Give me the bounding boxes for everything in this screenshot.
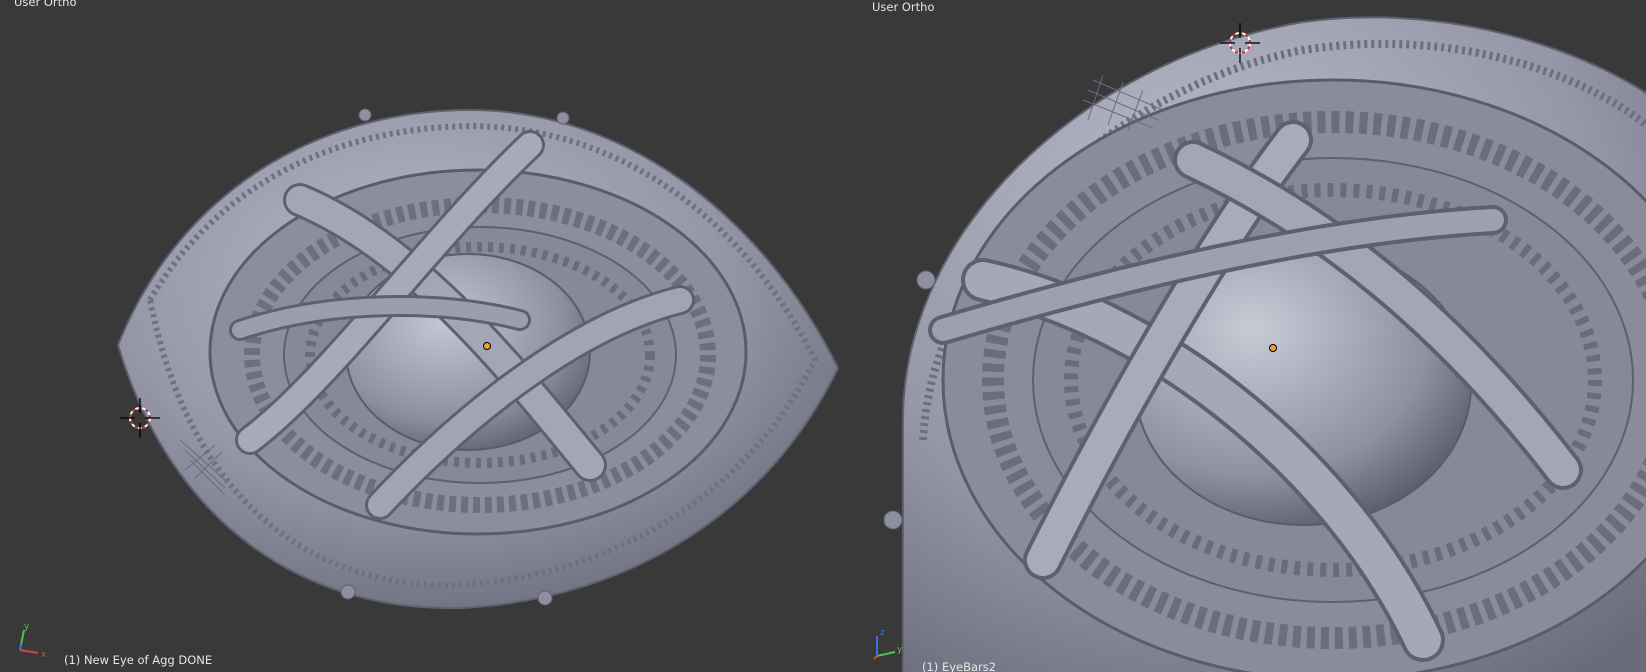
- rim-nub: [537, 590, 553, 606]
- rim-nub: [340, 584, 356, 600]
- object-label: (1) EyeBars2: [922, 660, 997, 672]
- rim-nub: [358, 108, 372, 122]
- viewport-right[interactable]: User Ortho y z (1) EyeBars2: [863, 0, 1646, 672]
- object-origin-icon[interactable]: [483, 342, 491, 350]
- object-origin-icon[interactable]: [1269, 344, 1277, 352]
- axis-y-label: y: [897, 645, 903, 655]
- axis-gizmo-icon: y z: [873, 628, 903, 660]
- rim-nub: [916, 270, 936, 290]
- viewport-left[interactable]: User Ortho x y (1) New Eye of Agg DONE: [0, 0, 863, 672]
- axis-z-label: z: [880, 628, 885, 638]
- eye-of-agamotto-mesh[interactable]: x y: [0, 0, 863, 672]
- axis-gizmo-icon: x y: [19, 622, 47, 660]
- axis-x-label: x: [41, 650, 47, 660]
- rim-nub: [883, 510, 903, 530]
- eye-bars-mesh[interactable]: y z: [863, 0, 1646, 672]
- rim-nub: [556, 111, 570, 125]
- axis-y-label: y: [24, 622, 30, 632]
- object-label: (1) New Eye of Agg DONE: [64, 653, 213, 667]
